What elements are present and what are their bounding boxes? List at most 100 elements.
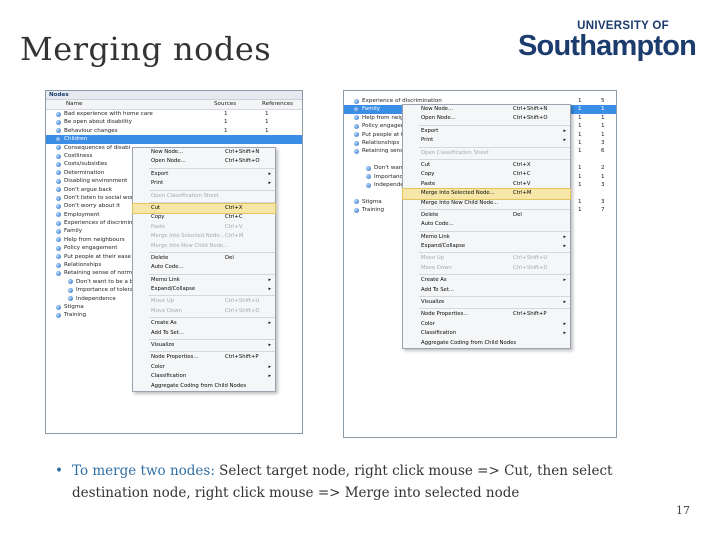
menu-item[interactable]: Delete Del bbox=[133, 254, 275, 263]
node-icon bbox=[56, 119, 61, 125]
menu-item[interactable]: Open Node... Ctrl+Shift+O bbox=[403, 114, 570, 123]
menu-item[interactable]: Move Up Ctrl+Shift+U bbox=[133, 297, 275, 306]
menu-item[interactable]: Export ▸ bbox=[403, 127, 570, 136]
node-icon bbox=[354, 115, 359, 121]
menu-separator bbox=[419, 208, 570, 210]
menu-item[interactable]: Move Up Ctrl+Shift+U bbox=[403, 254, 570, 263]
menu-item[interactable]: Delete Del bbox=[403, 211, 570, 220]
menu-item[interactable]: Print ▸ bbox=[403, 136, 570, 145]
node-label: Costliness bbox=[64, 152, 93, 159]
menu-item[interactable]: Cut Ctrl+X bbox=[403, 161, 570, 170]
node-icon bbox=[56, 195, 61, 201]
node-sources: 1 bbox=[578, 165, 582, 172]
menu-item[interactable]: Open Node... Ctrl+Shift+O bbox=[133, 157, 275, 166]
menu-item[interactable]: Merge Into Selected Node... Ctrl+M bbox=[133, 232, 275, 241]
menu-item[interactable]: Expand/Collapse ▸ bbox=[403, 242, 570, 251]
menu-item[interactable]: Paste Ctrl+V bbox=[403, 180, 570, 189]
menu-item[interactable]: Node Properties... Ctrl+Shift+P bbox=[403, 310, 570, 319]
column-name[interactable]: Name bbox=[66, 100, 83, 109]
menu-item[interactable]: Paste Ctrl+V bbox=[133, 223, 275, 232]
menu-item[interactable]: New Node... Ctrl+Shift+N bbox=[133, 148, 275, 157]
node-icon bbox=[56, 212, 61, 218]
node-references: 1 bbox=[601, 173, 605, 180]
menu-item[interactable]: Memo Link ▸ bbox=[133, 276, 275, 285]
menu-item[interactable]: Copy Ctrl+C bbox=[133, 213, 275, 222]
menu-item[interactable]: Move Down Ctrl+Shift+D bbox=[403, 264, 570, 273]
menu-item[interactable]: Auto Code... bbox=[133, 263, 275, 272]
node-row[interactable]: Bad experience with home care 1 1 bbox=[46, 110, 302, 118]
menu-item[interactable]: Color ▸ bbox=[133, 363, 275, 372]
menu-item[interactable]: Create As ▸ bbox=[403, 276, 570, 285]
menu-item[interactable]: Copy Ctrl+C bbox=[403, 170, 570, 179]
menu-item-shortcut: Ctrl+Shift+P bbox=[225, 354, 259, 361]
menu-item[interactable]: Create As ▸ bbox=[133, 319, 275, 328]
menu-item-shortcut: Ctrl+Shift+O bbox=[225, 158, 260, 165]
menu-separator bbox=[419, 158, 570, 160]
logo-southampton: Southampton bbox=[518, 30, 697, 62]
nodes-column-header: Name Sources References bbox=[46, 100, 302, 110]
page-number: 17 bbox=[676, 504, 690, 517]
menu-item[interactable]: Print ▸ bbox=[133, 179, 275, 188]
menu-item[interactable]: Merge Into New Child Node... bbox=[133, 242, 275, 251]
menu-separator bbox=[149, 351, 275, 353]
menu-item[interactable]: Expand/Collapse ▸ bbox=[133, 285, 275, 294]
submenu-arrow-icon: ▸ bbox=[268, 180, 271, 187]
node-icon bbox=[354, 148, 359, 154]
menu-item-label: Node Properties... bbox=[421, 311, 469, 318]
node-icon bbox=[354, 199, 359, 205]
node-label: Don't argue back bbox=[64, 186, 113, 193]
node-icon bbox=[354, 123, 359, 129]
node-row[interactable]: Behaviour changes 1 1 bbox=[46, 127, 302, 135]
node-sources: 1 bbox=[578, 106, 582, 113]
menu-item[interactable]: Auto Code... bbox=[403, 220, 570, 229]
node-references: 7 bbox=[601, 207, 605, 214]
menu-item[interactable]: Open Classification Sheet bbox=[403, 149, 570, 158]
menu-item[interactable]: Aggregate Coding from Child Nodes bbox=[133, 382, 275, 391]
menu-item[interactable]: Color ▸ bbox=[403, 320, 570, 329]
menu-separator bbox=[419, 308, 570, 310]
node-label: Behaviour changes bbox=[64, 127, 118, 134]
menu-separator bbox=[419, 146, 570, 148]
menu-item-label: Copy bbox=[421, 171, 435, 178]
menu-item-shortcut: Ctrl+Shift+D bbox=[513, 264, 548, 271]
menu-item-shortcut: Ctrl+Shift+P bbox=[513, 311, 547, 318]
menu-item[interactable]: New Node... Ctrl+Shift+N bbox=[403, 105, 570, 114]
node-icon bbox=[56, 312, 61, 318]
menu-separator bbox=[149, 339, 275, 341]
node-row[interactable]: Be open about disability 1 1 bbox=[46, 118, 302, 126]
menu-item[interactable]: Cut Ctrl+X bbox=[132, 202, 276, 215]
node-row[interactable]: Children bbox=[46, 135, 302, 144]
node-references: 1 bbox=[601, 114, 605, 121]
menu-item-label: Visualize bbox=[421, 299, 445, 306]
node-sources: 1 bbox=[578, 139, 582, 146]
column-sources[interactable]: Sources bbox=[214, 100, 236, 109]
menu-item[interactable]: Export ▸ bbox=[133, 170, 275, 179]
menu-item[interactable]: Classification ▸ bbox=[403, 329, 570, 338]
submenu-arrow-icon: ▸ bbox=[563, 137, 566, 144]
menu-item[interactable]: Classification ▸ bbox=[133, 372, 275, 381]
menu-item[interactable]: Node Properties... Ctrl+Shift+P bbox=[133, 353, 275, 362]
submenu-arrow-icon: ▸ bbox=[563, 233, 566, 240]
menu-separator bbox=[149, 317, 275, 319]
node-label: Experiences of discrimina bbox=[64, 220, 136, 227]
menu-item[interactable]: Visualize ▸ bbox=[403, 298, 570, 307]
column-references[interactable]: References bbox=[262, 100, 293, 109]
menu-item-shortcut: Ctrl+Shift+U bbox=[513, 255, 548, 262]
menu-item[interactable]: Add To Set... bbox=[133, 329, 275, 338]
menu-item[interactable]: Visualize ▸ bbox=[133, 341, 275, 350]
node-label: Relationships bbox=[362, 139, 400, 146]
menu-item[interactable]: Move Down Ctrl+Shift+D bbox=[133, 307, 275, 316]
node-label: Disabling environment bbox=[64, 178, 128, 185]
node-icon bbox=[56, 145, 61, 151]
menu-item[interactable]: Add To Set... bbox=[403, 286, 570, 295]
menu-item[interactable]: Aggregate Coding from Child Nodes bbox=[403, 339, 570, 348]
node-icon bbox=[56, 254, 61, 260]
menu-item-label: Add To Set... bbox=[151, 329, 184, 336]
menu-item[interactable]: Memo Link ▸ bbox=[403, 233, 570, 242]
menu-item[interactable]: Merge Into New Child Node... bbox=[403, 199, 570, 208]
node-references: 6 bbox=[601, 148, 605, 155]
menu-item[interactable]: Open Classification Sheet bbox=[133, 192, 275, 201]
menu-item-shortcut: Ctrl+V bbox=[225, 223, 243, 230]
node-sources: 1 bbox=[224, 111, 228, 117]
menu-item[interactable]: Merge Into Selected Node... Ctrl+M bbox=[402, 188, 571, 200]
